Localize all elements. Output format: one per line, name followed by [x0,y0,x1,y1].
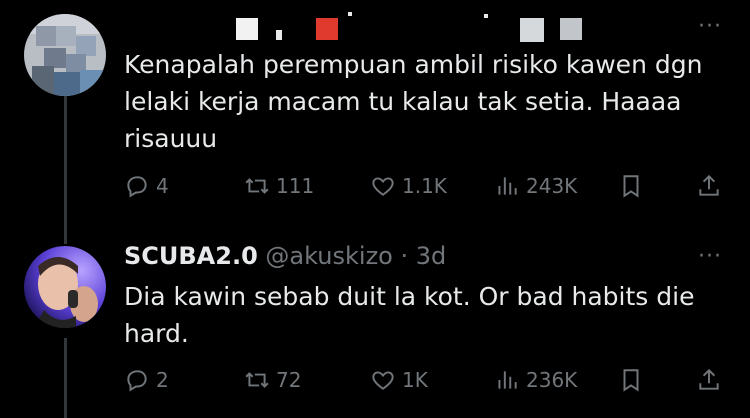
bookmark-icon [623,175,639,198]
share-icon [699,368,719,390]
bookmark-button[interactable] [618,170,644,202]
tweet-actions: 2 72 1K 236K [124,364,730,396]
like-count: 1K [402,368,428,392]
tweet-text: Dia kawin sebab duit la kot. Or bad habi… [124,282,695,348]
handle[interactable]: @akuskizo [265,242,392,270]
reply-count: 2 [156,368,169,392]
views-icon [498,371,517,389]
retweet-icon [245,178,269,194]
share-button[interactable] [696,170,722,202]
like-count: 1.1K [402,174,447,198]
retweet-count: 72 [276,368,302,392]
like-icon [372,177,394,196]
bookmark-button[interactable] [618,364,644,396]
views-button[interactable]: 236K [494,364,577,396]
reply-button[interactable]: 2 [124,364,169,396]
display-name[interactable]: SCUBA2.0 [124,242,258,270]
like-button[interactable]: 1.1K [370,170,447,202]
thread-line [64,96,67,244]
bookmark-icon [623,369,639,392]
tweet-text: Kenapalah perempuan ambil risiko kawen d… [124,50,703,153]
reply-count: 4 [156,174,169,198]
views-count: 243K [526,174,578,198]
more-options-icon[interactable]: ··· [698,14,722,39]
reply-button[interactable]: 4 [124,170,169,202]
timestamp[interactable]: · 3d [401,242,447,270]
views-icon [498,177,517,195]
tweet-actions: 4 111 1.1K 243K [124,170,730,202]
retweet-count: 111 [276,174,315,198]
share-button[interactable] [696,364,722,396]
views-button[interactable]: 243K [494,170,577,202]
more-options-icon[interactable]: ··· [698,244,722,269]
reply-icon [127,370,147,392]
avatar[interactable] [24,246,106,328]
views-count: 236K [526,368,578,392]
tweet-header: SCUBA2.0 @akuskizo · 3d [124,242,446,270]
share-icon [699,174,719,196]
like-button[interactable]: 1K [370,364,428,396]
retweet-button[interactable]: 111 [244,170,314,202]
reply-icon [127,176,147,198]
retweet-icon [245,372,269,388]
like-icon [372,371,394,390]
retweet-button[interactable]: 72 [244,364,301,396]
avatar-blurred[interactable] [24,14,106,96]
thread-line [64,338,67,418]
